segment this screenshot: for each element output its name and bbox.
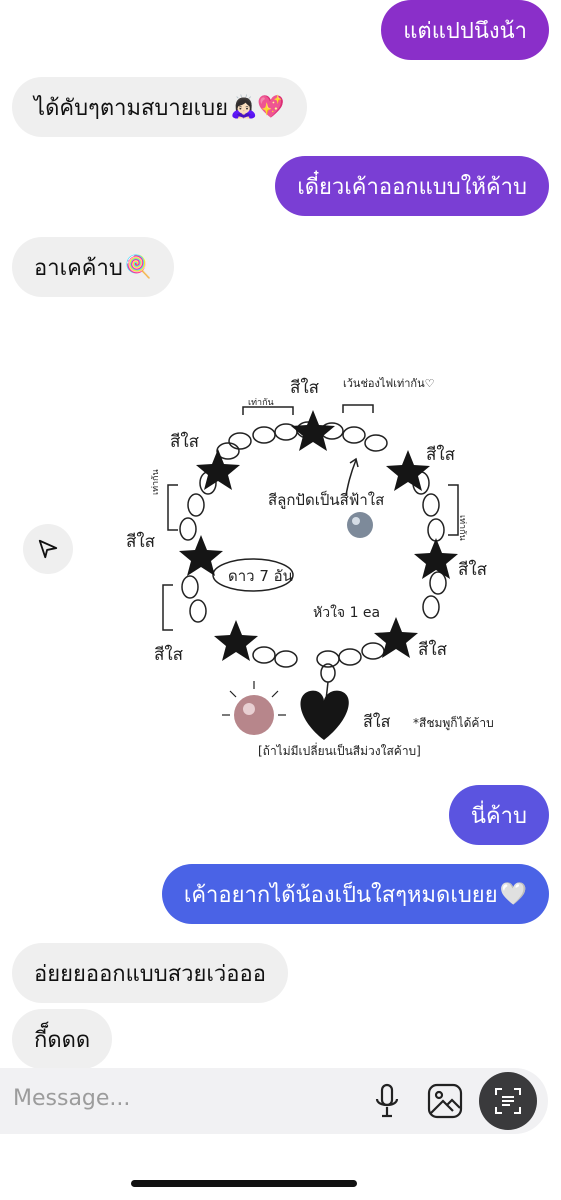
sketch-label: สีใส <box>363 712 391 731</box>
sketch-label: สีใส <box>426 444 456 465</box>
sketch-label: เท่ากัน <box>457 515 467 541</box>
sketch-label: สีใส <box>458 559 488 580</box>
message-emoji: 🙇🏻‍♀️💖 <box>230 94 285 120</box>
message-emoji: 🤍 <box>499 881 527 907</box>
message-text: แต่แปปนึงน้า <box>403 18 527 44</box>
sketch-label: สีลูกปัดเป็นสีฟ้าใส <box>268 490 384 509</box>
message-text: เดี๋ยวเค้าออกแบบให้ค้าบ <box>297 174 527 200</box>
scan-icon <box>495 1088 521 1114</box>
message-input[interactable]: Message... <box>13 1086 130 1111</box>
bracelet-design-sketch[interactable]: สีใส เว้นช่องไฟเท่ากัน♡ สีใส สีใส สีลูกป… <box>118 355 498 775</box>
sketch-label: สีใส <box>290 377 320 398</box>
send-icon <box>38 539 58 559</box>
gallery-button[interactable] <box>424 1080 466 1122</box>
home-indicator <box>131 1180 357 1187</box>
message-incoming[interactable]: อ่ยยยออกแบบสวยเว่อออ <box>12 943 288 1003</box>
sketch-label: ดาว 7 อัน <box>228 567 293 585</box>
message-text: อ่ยยยออกแบบสวยเว่อออ <box>34 961 266 987</box>
sketch-label: เท่ากัน <box>248 398 274 408</box>
microphone-button[interactable] <box>368 1080 406 1122</box>
scan-button[interactable] <box>479 1072 537 1130</box>
message-outgoing[interactable]: นี่ค้าบ <box>448 785 549 845</box>
sketch-label: เว้นช่องไฟเท่ากัน♡ <box>343 377 434 390</box>
message-emoji: 🍭 <box>124 254 153 280</box>
message-outgoing[interactable]: แต่แปปนึงน้า <box>381 0 549 60</box>
message-text: อาเคค้าบ <box>34 255 123 281</box>
sketch-label: สีใส <box>126 531 156 552</box>
sketch-label: สีใส <box>154 644 184 665</box>
sketch-label: *สีชมพูก็ได้ค้าบ <box>413 715 494 731</box>
message-text: นี่ค้าบ <box>470 803 527 829</box>
share-button[interactable] <box>23 524 73 574</box>
sketch-label: สีใส <box>418 639 448 660</box>
sketch-label: [ถ้าไม่มีเปลี่ยนเป็นสีม่วงใสค้าบ] <box>258 742 421 758</box>
sketch-label: สีใส <box>170 431 200 452</box>
message-text: กี็ดดด <box>34 1027 91 1053</box>
message-text: เค้าอยากได้น้องเป็นใสๆหมดเบยย <box>183 882 498 908</box>
message-incoming[interactable]: กี็ดดด <box>12 1009 113 1069</box>
message-incoming[interactable]: อาเคค้าบ 🍭 <box>12 237 175 297</box>
message-outgoing[interactable]: เดี๋ยวเค้าออกแบบให้ค้าบ <box>275 156 549 216</box>
microphone-icon <box>375 1083 399 1118</box>
message-text: ได้คับๆตามสบายเบย <box>34 95 229 121</box>
sketch-label: หัวใจ 1 ea <box>313 604 380 621</box>
sketch-label: เท่ากัน <box>151 469 161 495</box>
gallery-icon <box>427 1083 463 1119</box>
message-outgoing[interactable]: เค้าอยากได้น้องเป็นใสๆหมดเบยย 🤍 <box>161 864 549 924</box>
message-incoming[interactable]: ได้คับๆตามสบายเบย 🙇🏻‍♀️💖 <box>12 77 307 137</box>
